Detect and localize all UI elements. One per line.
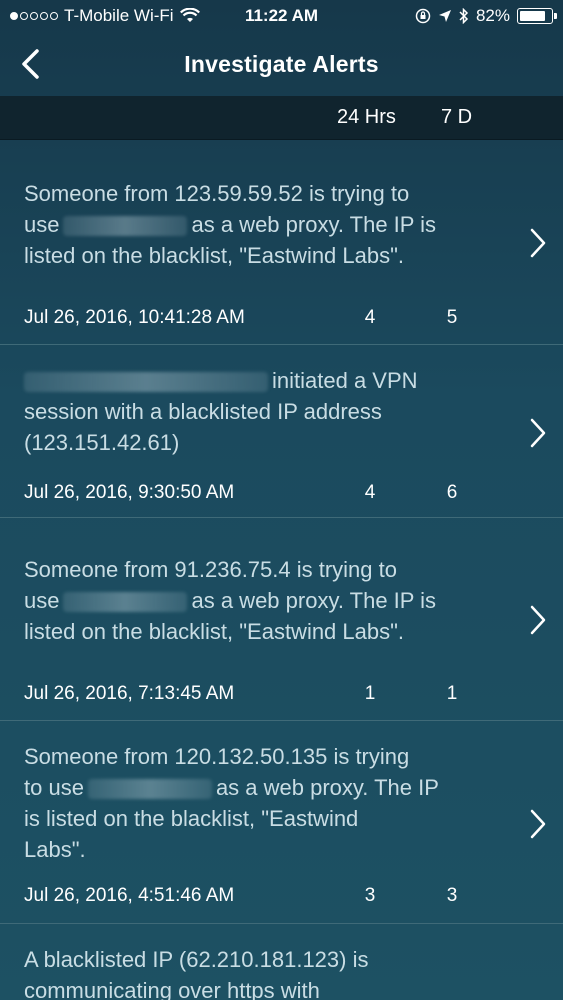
alert-message: initiated a VPN session with a blacklist… [24, 365, 504, 458]
carrier-label: T-Mobile Wi-Fi [64, 6, 174, 25]
count-24h: 4 [364, 482, 376, 503]
alert-line-text: to use [24, 775, 84, 800]
column-7-days[interactable]: 7 D [441, 106, 472, 129]
chevron-left-icon [22, 49, 39, 79]
bluetooth-icon [459, 8, 469, 24]
alert-line-text: as a web proxy. The IP is [191, 212, 437, 237]
wifi-icon [179, 8, 200, 22]
alert-timestamp: Jul 26, 2016, 7:13:45 AM [24, 683, 235, 704]
alert-line-text: initiated a VPN [272, 368, 418, 393]
alert-timestamp: Jul 26, 2016, 4:51:46 AM [24, 885, 235, 906]
nav-bar: Investigate Alerts [0, 32, 563, 96]
alert-line: listed on the blacklist, "Eastwind Labs"… [24, 619, 405, 644]
alert-line: Someone from 123.59.59.52 is trying to [24, 181, 410, 206]
alert-list: Someone from 123.59.59.52 is trying to u… [0, 141, 563, 1000]
alert-message: Someone from 91.236.75.4 is trying to us… [24, 554, 504, 647]
rotation-lock-icon [415, 8, 431, 24]
status-right: 82% [415, 6, 557, 26]
alert-row[interactable]: Someone from 123.59.59.52 is trying to u… [0, 141, 563, 345]
count-7d: 1 [446, 683, 458, 704]
alert-timestamp: Jul 26, 2016, 10:41:28 AM [24, 307, 245, 328]
count-24h: 1 [364, 683, 376, 704]
alert-row[interactable]: initiated a VPN session with a blacklist… [0, 345, 563, 518]
alert-line: (123.151.42.61) [24, 430, 180, 455]
location-arrow-icon [438, 10, 451, 22]
alert-line: listed on the blacklist, "Eastwind Labs"… [24, 243, 405, 268]
alert-line-text: use [24, 588, 60, 613]
battery-fill [520, 11, 545, 21]
count-7d: 5 [446, 307, 458, 328]
alert-line: is listed on the blacklist, "Eastwind [24, 806, 359, 831]
alert-row[interactable]: Someone from 91.236.75.4 is trying to us… [0, 518, 563, 721]
battery-icon [517, 8, 557, 24]
count-7d: 3 [446, 885, 458, 906]
alert-line: to use as a web proxy. The IP [24, 772, 504, 803]
alert-row[interactable]: Someone from 120.132.50.135 is trying to… [0, 721, 563, 924]
alert-line: Someone from 120.132.50.135 is trying [24, 744, 410, 769]
status-left: T-Mobile Wi-Fi [10, 6, 200, 26]
alert-line: session with a blacklisted IP address [24, 399, 382, 424]
alert-message: Someone from 123.59.59.52 is trying to u… [24, 178, 504, 271]
signal-strength-icon [10, 12, 58, 20]
status-bar: T-Mobile Wi-Fi 11:22 AM 82% [0, 0, 563, 32]
battery-percent: 82% [475, 6, 510, 25]
alert-line: use as a web proxy. The IP is [24, 209, 504, 240]
alert-line: A blacklisted IP (62.210.181.123) is [24, 947, 369, 972]
alert-line-text: as a web proxy. The IP [215, 775, 439, 800]
alert-line-text: use [24, 212, 60, 237]
column-header-bar: 24 Hrs 7 D [0, 96, 563, 140]
count-24h: 4 [364, 307, 376, 328]
page-title: Investigate Alerts [184, 50, 379, 77]
alert-timestamp: Jul 26, 2016, 9:30:50 AM [24, 482, 235, 503]
count-7d: 6 [446, 482, 458, 503]
alert-line: initiated a VPN [24, 365, 504, 396]
chevron-right-icon [530, 605, 546, 635]
alert-message: Someone from 120.132.50.135 is trying to… [24, 741, 504, 865]
chevron-right-icon [530, 228, 546, 258]
chevron-right-icon [530, 418, 546, 448]
redacted-host [63, 592, 188, 613]
chevron-right-icon [530, 809, 546, 839]
redacted-host [24, 372, 268, 393]
count-24h: 3 [364, 885, 376, 906]
alert-message: A blacklisted IP (62.210.181.123) is com… [24, 944, 504, 1000]
alert-line-text: as a web proxy. The IP is [191, 588, 437, 613]
redacted-host [63, 216, 188, 237]
alert-line: Labs". [24, 837, 86, 862]
alert-line: use as a web proxy. The IP is [24, 585, 504, 616]
column-24-hrs[interactable]: 24 Hrs [337, 106, 396, 129]
alert-row[interactable]: A blacklisted IP (62.210.181.123) is com… [0, 924, 563, 1000]
back-button[interactable] [8, 42, 52, 86]
redacted-host [87, 779, 212, 800]
alert-line: communicating over https with [24, 978, 320, 1000]
alert-line: Someone from 91.236.75.4 is trying to [24, 557, 397, 582]
